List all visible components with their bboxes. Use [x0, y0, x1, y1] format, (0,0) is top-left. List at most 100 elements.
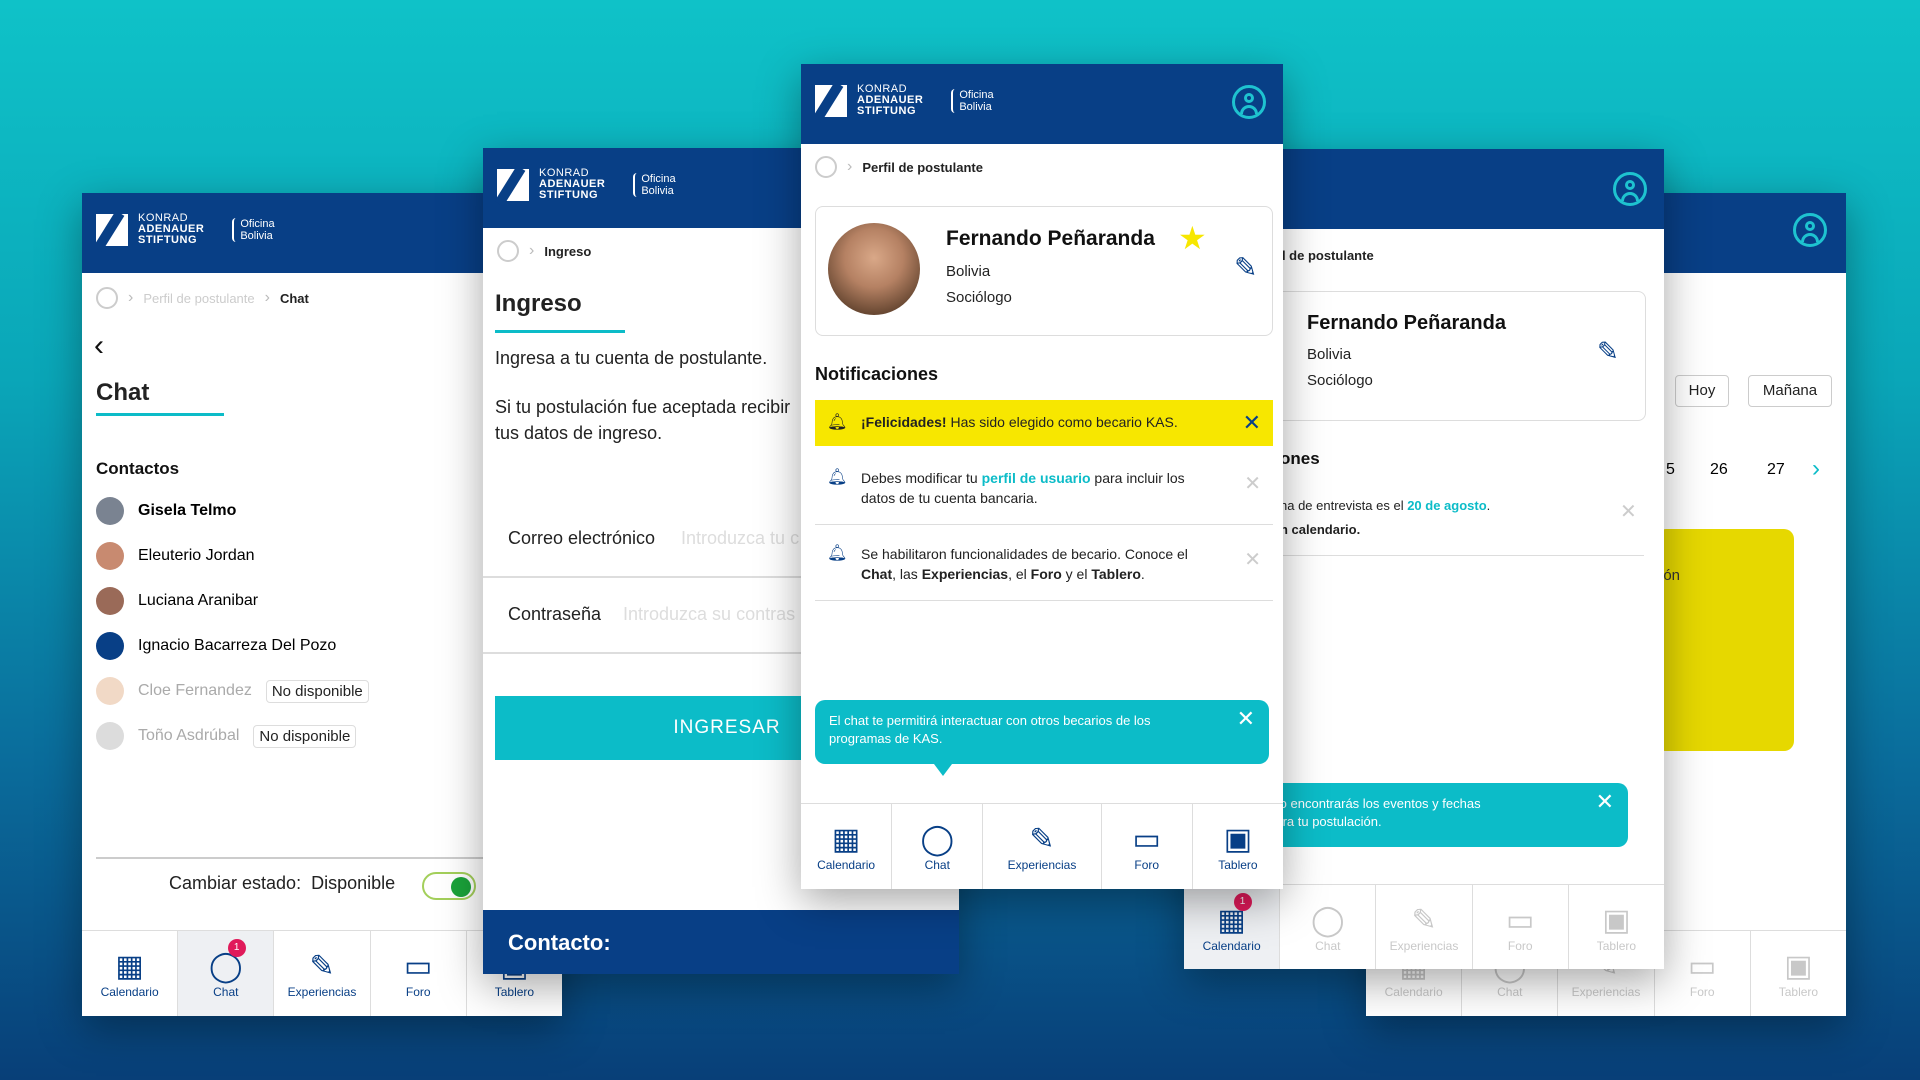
tab-chat[interactable]: ◯ 1 Chat	[178, 931, 275, 1016]
calendar-icon: ▦	[831, 823, 861, 856]
contact-item[interactable]: Eleuterio Jordan	[96, 542, 255, 570]
experiences-icon: ✎	[309, 950, 335, 983]
notification-item[interactable]: 🔔︎ Se habilitaron funcionalidades de bec…	[815, 528, 1273, 601]
intro-text: Ingresa a tu cuenta de postulante.	[495, 348, 768, 368]
next-arrow-icon[interactable]: ›	[1812, 455, 1820, 483]
avatar	[96, 542, 124, 570]
user-profile-icon[interactable]	[1613, 172, 1647, 206]
tab-experiencias[interactable]: ✎Experiencias	[1376, 885, 1473, 969]
tab-chat[interactable]: ◯Chat	[892, 804, 984, 889]
experiences-icon: ✎	[1411, 904, 1437, 937]
today-button[interactable]: Hoy	[1675, 375, 1729, 407]
day-label[interactable]: 26	[1710, 461, 1728, 479]
profile-link[interactable]: perfil de usuario	[982, 470, 1091, 486]
kas-logo-icon	[497, 168, 529, 201]
contact-footer: Contacto:	[483, 910, 959, 974]
forum-icon: ▭	[1132, 823, 1161, 856]
edit-pencil-icon[interactable]: ✎	[1234, 251, 1257, 284]
status-value: Disponible	[311, 873, 396, 893]
bell-icon: 🔔︎	[827, 414, 848, 431]
tab-foro[interactable]: ▭ Foro	[1102, 804, 1193, 889]
user-icon[interactable]	[497, 240, 519, 262]
close-icon[interactable]: ✕	[1243, 410, 1261, 436]
profile-role: Sociólogo	[1307, 372, 1373, 389]
user-profile-icon[interactable]	[1793, 213, 1827, 247]
availability-toggle[interactable]	[422, 872, 476, 900]
contact-item[interactable]: Luciana Aranibar	[96, 587, 258, 615]
forum-icon: ▭	[404, 950, 433, 983]
email-input[interactable]: Introduzca tu c	[681, 528, 799, 549]
tab-tablero[interactable]: ▣Tablero	[1751, 931, 1846, 1016]
status-badge: No disponible	[265, 679, 369, 703]
close-icon[interactable]: ✕	[1244, 550, 1261, 570]
notification-badge: 1	[1233, 893, 1252, 911]
tab-calendario[interactable]: ▦ 1 Calendario	[1184, 885, 1281, 969]
tab-foro[interactable]: ▭ Foro	[371, 931, 467, 1016]
tab-tablero[interactable]: ▣Tablero	[1193, 804, 1283, 889]
tab-calendario[interactable]: ▦Calendario	[82, 931, 179, 1016]
notification-item[interactable]: 🔔︎ Debes modificar tu perfil de usuario …	[815, 452, 1273, 525]
bottom-tab-bar: ▦Calendario ◯Chat ✎Experiencias ▭Foro ▣T…	[801, 803, 1283, 889]
day-label[interactable]: 27	[1767, 461, 1785, 479]
chat-icon: ◯	[920, 823, 955, 856]
favorite-star-icon[interactable]: ★	[1178, 219, 1207, 257]
back-arrow-icon[interactable]: ‹	[94, 329, 104, 363]
tab-chat[interactable]: ◯Chat	[1280, 885, 1377, 969]
notification-item-highlight[interactable]: 🔔︎ ¡Felicidades! Has sido elegido como b…	[815, 400, 1273, 446]
calendar-event-card[interactable]: ión	[1656, 529, 1794, 751]
board-icon: ▣	[1602, 904, 1631, 937]
edit-pencil-icon[interactable]: ✎	[1597, 336, 1619, 367]
board-icon: ▣	[1784, 950, 1813, 983]
breadcrumb-current: Perfil de postulante	[862, 159, 983, 175]
kas-logo-icon	[815, 84, 847, 117]
close-icon[interactable]: ✕	[1620, 499, 1637, 524]
breadcrumb-current: Ingreso	[544, 243, 592, 259]
tab-experiencias[interactable]: ✎Experiencias	[983, 804, 1102, 889]
tab-experiencias[interactable]: ✎Experiencias	[274, 931, 371, 1016]
avatar	[96, 497, 124, 525]
bell-icon: 🔔︎	[827, 469, 848, 486]
breadcrumb: › Ingreso	[497, 240, 591, 262]
avatar	[96, 587, 124, 615]
tomorrow-button[interactable]: Mañana	[1748, 375, 1832, 407]
brand-logo: KONRAD ADENAUER STIFTUNG Oficina Bolivia	[815, 84, 994, 117]
forum-icon: ▭	[1688, 950, 1717, 983]
contact-item[interactable]: Ignacio Bacarreza Del Pozo	[96, 632, 336, 660]
chat-icon: ◯	[1311, 904, 1345, 937]
tab-calendario[interactable]: ▦Calendario	[801, 804, 893, 889]
password-input[interactable]: Introduzca su contras	[623, 604, 795, 625]
forum-icon: ▭	[1506, 904, 1535, 937]
board-icon: ▣	[1223, 823, 1253, 856]
close-icon[interactable]: ✕	[1596, 791, 1614, 813]
avatar	[96, 677, 124, 705]
contact-item[interactable]: Cloe Fernandez No disponible	[96, 677, 369, 705]
day-label[interactable]: 5	[1666, 461, 1675, 479]
page-title: Chat	[96, 379, 150, 406]
bell-icon: 🔔︎	[827, 545, 848, 562]
close-icon[interactable]: ✕	[1237, 708, 1255, 730]
status-badge: No disponible	[253, 724, 357, 748]
close-icon[interactable]: ✕	[1244, 474, 1261, 494]
page-title: Ingreso	[495, 290, 582, 317]
password-label: Contraseña	[508, 604, 602, 624]
user-profile-icon[interactable]	[1232, 85, 1266, 119]
breadcrumb-link[interactable]: Perfil de postulante	[143, 291, 254, 306]
tab-foro[interactable]: ▭ Foro	[1655, 931, 1751, 1016]
tab-foro[interactable]: ▭ Foro	[1473, 885, 1569, 969]
email-label: Correo electrónico	[508, 528, 656, 548]
user-icon[interactable]	[96, 287, 118, 309]
avatar	[96, 722, 124, 750]
kas-avatar	[96, 632, 124, 660]
avatar	[828, 223, 920, 315]
notifications-heading: Notificaciones	[815, 364, 939, 384]
profile-country: Bolivia	[1307, 346, 1352, 363]
bottom-tab-bar: ▦ 1 Calendario ◯ Chat ✎ Experiencias ▭ Foro ▣…	[1184, 884, 1664, 969]
tab-tablero[interactable]: ▣Tablero	[1569, 885, 1664, 969]
notification-item[interactable]: ha de entrevista es el 20 de agosto. n c…	[1280, 494, 1650, 542]
interview-date-link[interactable]: 20 de agosto	[1407, 498, 1486, 513]
contact-item[interactable]: Gisela Telmo	[96, 497, 236, 525]
user-icon[interactable]	[815, 156, 837, 178]
contact-item[interactable]: Toño Asdrúbal No disponible	[96, 722, 357, 750]
breadcrumb-current: fil de postulante	[1274, 248, 1374, 263]
notification-badge: 1	[227, 939, 246, 957]
